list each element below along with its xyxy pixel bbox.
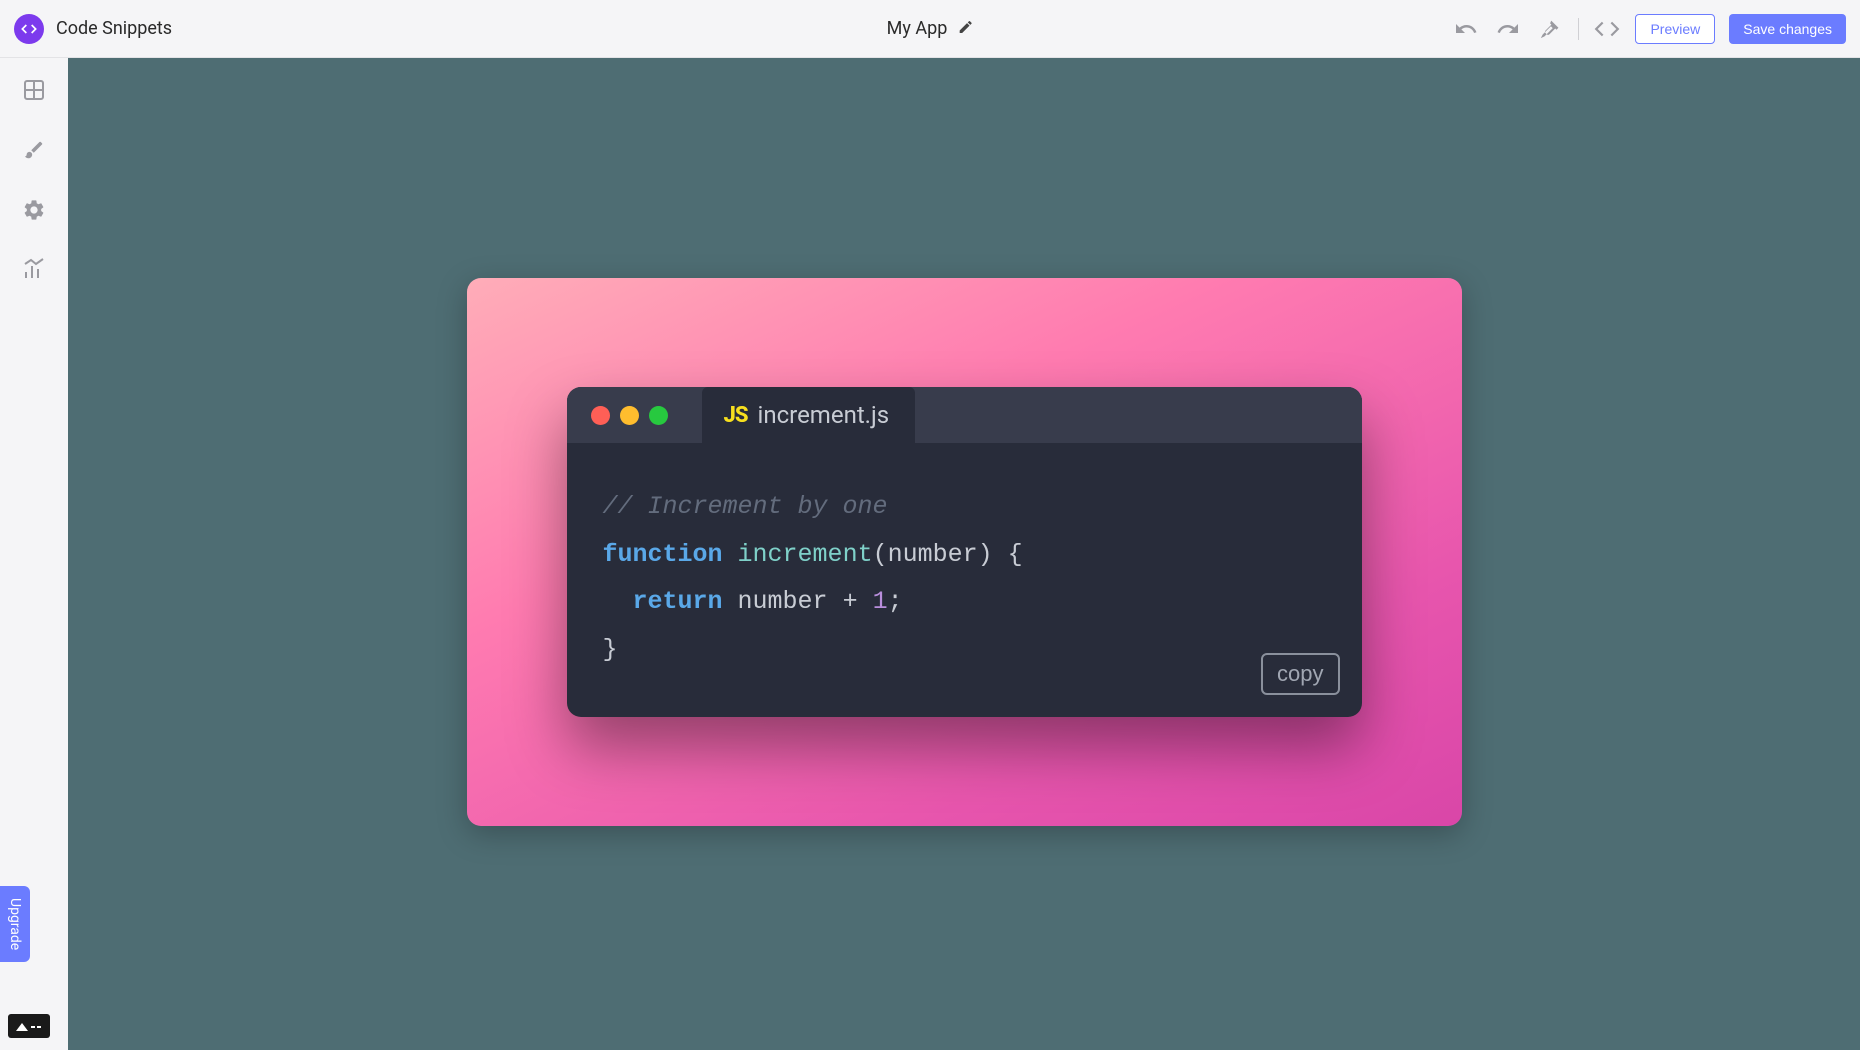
topbar-left: Code Snippets [14, 14, 172, 44]
code-punct: ( [873, 540, 888, 569]
file-tab[interactable]: JS increment.js [702, 387, 916, 443]
save-button[interactable]: Save changes [1729, 14, 1846, 44]
edit-title-icon[interactable] [957, 19, 973, 39]
snippet-card[interactable]: JS increment.js // Increment by one func… [467, 278, 1462, 826]
undo-icon[interactable] [1452, 15, 1480, 43]
redo-icon[interactable] [1494, 15, 1522, 43]
topbar: Code Snippets My App Preview Save change… [0, 0, 1860, 58]
traffic-close-icon[interactable] [591, 406, 610, 425]
code-funcname: increment [738, 540, 873, 569]
editor-window: JS increment.js // Increment by one func… [567, 387, 1362, 717]
topbar-right: Preview Save changes [1452, 14, 1846, 44]
project-title[interactable]: My App [887, 18, 948, 39]
copy-button[interactable]: copy [1261, 653, 1339, 695]
code-line: return number + 1; [603, 578, 1326, 626]
app-logo-icon[interactable] [14, 14, 44, 44]
brush-icon[interactable] [20, 136, 48, 164]
traffic-minimize-icon[interactable] [620, 406, 639, 425]
app-title: Code Snippets [56, 18, 172, 39]
code-text: number + [738, 587, 873, 616]
gear-icon[interactable] [20, 196, 48, 224]
code-line: // Increment by one [603, 483, 1326, 531]
topbar-center: My App [887, 18, 974, 39]
traffic-maximize-icon[interactable] [649, 406, 668, 425]
tab-filename: increment.js [758, 401, 890, 429]
hammer-icon[interactable] [1536, 15, 1564, 43]
toolbar-divider [1578, 18, 1579, 40]
code-area[interactable]: // Increment by one function increment(n… [567, 443, 1362, 717]
code-line: function increment(number) { [603, 531, 1326, 579]
editor-titlebar: JS increment.js [567, 387, 1362, 443]
chart-icon[interactable] [20, 256, 48, 284]
code-param: number [888, 540, 978, 569]
code-keyword: function [603, 540, 723, 569]
grid-icon[interactable] [20, 76, 48, 104]
canvas[interactable]: JS increment.js // Increment by one func… [68, 58, 1860, 1050]
code-comment: // Increment by one [603, 492, 888, 521]
code-keyword: return [633, 587, 723, 616]
js-lang-icon: JS [724, 403, 748, 428]
code-punct: ) { [978, 540, 1023, 569]
code-number: 1 [873, 587, 888, 616]
upgrade-tab[interactable]: Upgrade [0, 886, 30, 962]
footer-badge-icon[interactable] [8, 1014, 50, 1038]
code-punct: } [603, 635, 618, 664]
code-view-icon[interactable] [1593, 15, 1621, 43]
preview-button[interactable]: Preview [1635, 14, 1715, 44]
code-punct: ; [888, 587, 903, 616]
code-line: } [603, 626, 1326, 674]
